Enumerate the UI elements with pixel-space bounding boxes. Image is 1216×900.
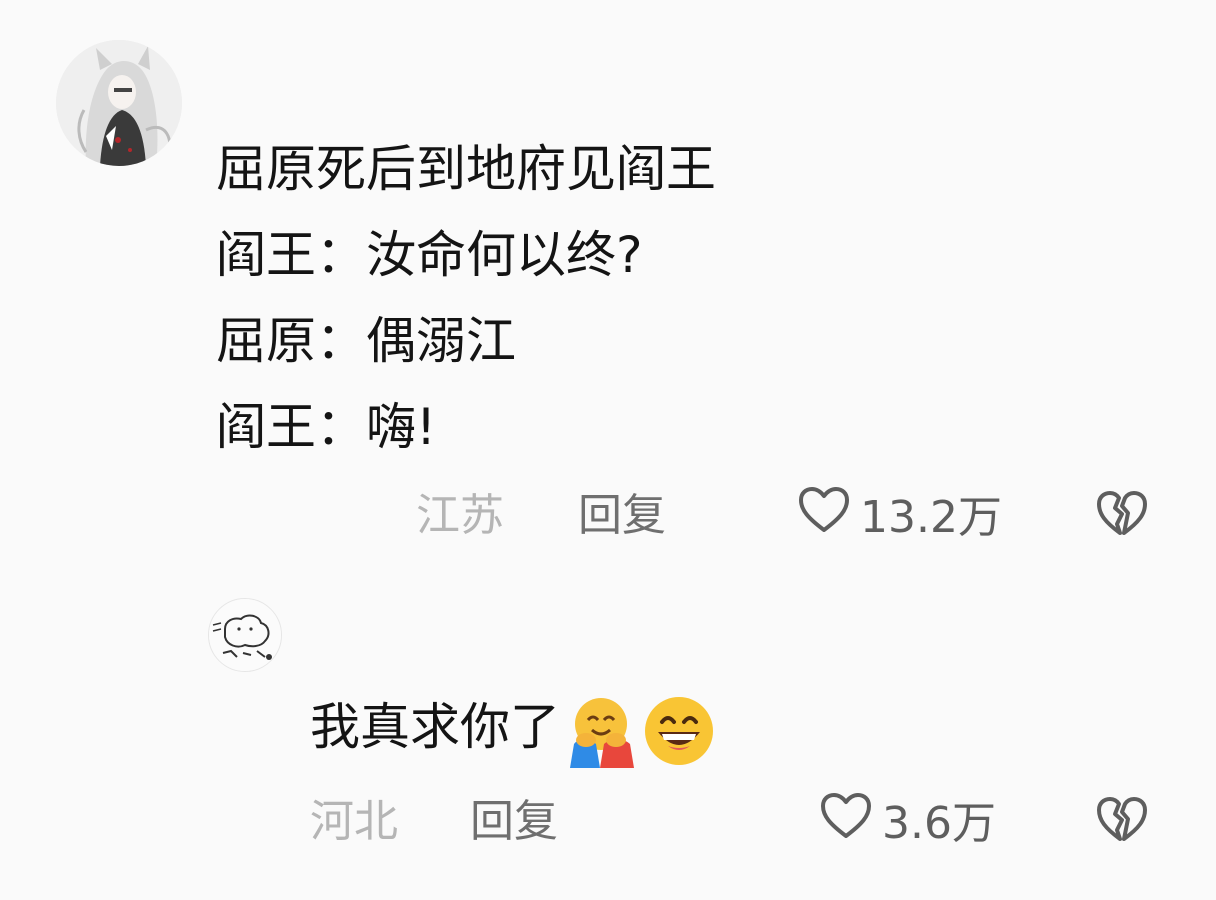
reply-button[interactable]: 回复 — [578, 486, 666, 546]
comment-line: 阎王：汝命何以终? — [216, 226, 643, 284]
hugging-face-emoji — [564, 694, 638, 768]
user-avatar[interactable] — [56, 40, 182, 166]
comment-line: 阎王：嗨! — [216, 398, 437, 456]
user-avatar[interactable] — [208, 598, 282, 672]
dislike-button[interactable] — [1096, 796, 1148, 848]
like-count: 13.2万 — [860, 492, 1002, 543]
comment-text: 屈原死后到地府见阎王 阎王：汝命何以终? 屈原：偶溺江 阎王：嗨! — [216, 126, 716, 470]
like-count: 3.6万 — [882, 798, 996, 849]
grinning-face-emoji — [642, 694, 716, 768]
heart-outline-icon — [820, 792, 882, 856]
comment-location: 江苏 — [416, 490, 504, 541]
like-button[interactable]: 3.6万 — [820, 792, 996, 856]
broken-heart-icon — [1096, 491, 1148, 542]
dislike-button[interactable] — [1096, 490, 1148, 542]
heart-outline-icon — [798, 486, 860, 550]
broken-heart-icon — [1096, 797, 1148, 848]
comment-location: 河北 — [310, 796, 398, 847]
like-button[interactable]: 13.2万 — [798, 486, 1002, 550]
comment-text: 我真求你了 — [310, 684, 716, 770]
reply-button[interactable]: 回复 — [470, 792, 558, 852]
comment-line: 屈原死后到地府见阎王 — [216, 140, 716, 198]
comment-line: 屈原：偶溺江 — [216, 312, 516, 370]
comment-line: 我真求你了 — [310, 698, 560, 756]
